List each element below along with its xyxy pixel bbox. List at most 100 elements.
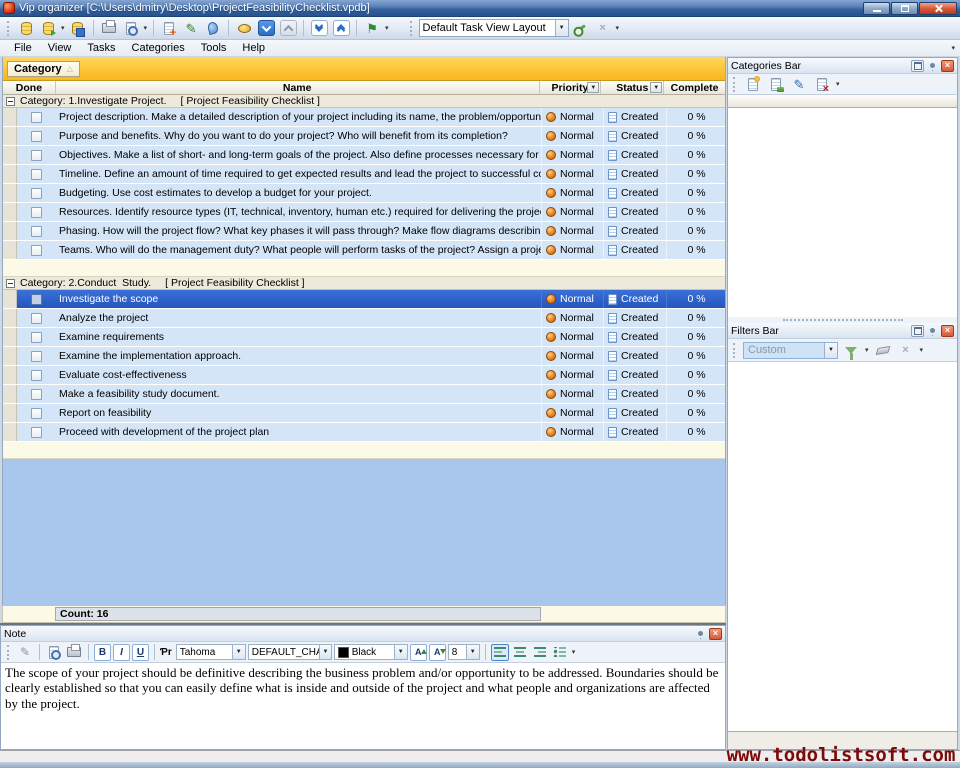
layout-combo[interactable]: Default Task View Layout ▼ <box>419 19 569 37</box>
font-family-combo[interactable]: Tahoma▼ <box>176 644 246 660</box>
underline-button[interactable]: U <box>132 644 149 661</box>
open-database-dropdown[interactable]: ▾ <box>60 24 66 32</box>
task-row[interactable]: Resources. Identify resource types (IT, … <box>3 203 725 222</box>
task-checkbox[interactable] <box>31 245 42 256</box>
group-by-category-button[interactable]: Category △ <box>7 61 80 77</box>
view-task-button[interactable] <box>234 19 254 38</box>
font-size-combo[interactable]: 8▼ <box>448 644 480 660</box>
edit-category-button[interactable]: ✎ <box>789 75 809 94</box>
move-down-button[interactable] <box>256 19 276 38</box>
flag-dropdown[interactable]: ▾ <box>384 24 390 32</box>
task-checkbox[interactable] <box>31 207 42 218</box>
task-checkbox[interactable] <box>31 131 42 142</box>
done-cell[interactable] <box>17 203 56 221</box>
task-checkbox[interactable] <box>31 408 42 419</box>
new-task-button[interactable] <box>159 19 179 38</box>
task-checkbox[interactable] <box>31 351 42 362</box>
delete-layout-button[interactable]: × <box>593 19 613 38</box>
task-checkbox[interactable] <box>31 226 42 237</box>
done-cell[interactable] <box>17 423 56 441</box>
print-dropdown[interactable]: ▾ <box>143 24 149 32</box>
menu-file[interactable]: File <box>6 41 40 55</box>
pin-icon[interactable] <box>926 60 939 72</box>
categories-toolbar-dropdown[interactable]: ▾ <box>835 80 841 88</box>
apply-filter-dropdown[interactable]: ▾ <box>864 346 870 354</box>
task-checkbox[interactable] <box>31 370 42 381</box>
charset-dropdown[interactable]: ▼ <box>319 645 330 659</box>
task-checkbox[interactable] <box>31 389 42 400</box>
done-cell[interactable] <box>17 366 56 384</box>
column-header-priority[interactable]: Priority▼ <box>540 81 602 94</box>
delete-filter-button[interactable]: × <box>896 341 916 360</box>
minimize-button[interactable] <box>863 2 890 15</box>
apply-filter-button[interactable] <box>841 341 861 360</box>
pin-icon[interactable] <box>926 325 939 337</box>
done-cell[interactable] <box>17 222 56 240</box>
toolbar-grip[interactable] <box>733 77 737 92</box>
filter-preset-dropdown[interactable]: ▼ <box>824 343 837 358</box>
menu-view[interactable]: View <box>40 41 80 55</box>
charset-combo[interactable]: DEFAULT_CHAR▼ <box>248 644 332 660</box>
task-row[interactable]: Analyze the projectNormalCreated0 % <box>3 309 725 328</box>
delete-category-button[interactable] <box>812 75 832 94</box>
done-cell[interactable] <box>17 290 56 308</box>
task-row[interactable]: Timeline. Define an amount of time requi… <box>3 165 725 184</box>
toolbar-grip[interactable] <box>7 645 11 660</box>
new-subcategory-button[interactable] <box>766 75 786 94</box>
flag-button[interactable]: ⚑ <box>362 19 382 38</box>
font-color-dropdown[interactable]: ▼ <box>394 645 407 659</box>
open-database-button[interactable] <box>38 19 58 38</box>
restore-panel-icon[interactable] <box>911 325 924 337</box>
filter-preset-combo[interactable]: Custom ▼ <box>743 342 838 359</box>
task-checkbox[interactable] <box>31 150 42 161</box>
done-cell[interactable] <box>17 127 56 145</box>
task-row[interactable]: Evaluate cost-effectivenessNormalCreated… <box>3 366 725 385</box>
column-header-done[interactable]: Done <box>3 81 56 94</box>
done-cell[interactable] <box>17 385 56 403</box>
menubar-overflow-dropdown[interactable]: ▾ <box>950 44 956 52</box>
print-preview-button[interactable] <box>121 19 141 38</box>
note-text[interactable]: The scope of your project should be defi… <box>1 663 725 749</box>
task-checkbox[interactable] <box>31 112 42 123</box>
note-close-button[interactable] <box>709 628 722 640</box>
task-row[interactable]: Purpose and benefits. Why do you want to… <box>3 127 725 146</box>
expand-all-button[interactable] <box>309 19 329 38</box>
task-checkbox[interactable] <box>31 332 42 343</box>
maximize-button[interactable] <box>891 2 918 15</box>
grow-font-button[interactable]: A <box>410 644 427 661</box>
filters-close-button[interactable] <box>941 325 954 337</box>
align-left-button[interactable] <box>491 644 509 661</box>
pin-icon[interactable] <box>694 628 707 640</box>
task-row[interactable]: Report on feasibilityNormalCreated0 % <box>3 404 725 423</box>
menu-help[interactable]: Help <box>234 41 273 55</box>
toolbar-grip[interactable] <box>733 343 737 358</box>
toolbar-grip[interactable] <box>410 21 414 36</box>
font-color-combo[interactable]: Black▼ <box>334 644 408 660</box>
collapse-all-button[interactable] <box>331 19 351 38</box>
done-cell[interactable] <box>17 309 56 327</box>
task-checkbox[interactable] <box>31 294 42 305</box>
task-row[interactable]: Investigate the scopeNormalCreated0 % <box>3 290 725 309</box>
task-row[interactable]: Objectives. Make a list of short- and lo… <box>3 146 725 165</box>
save-database-button[interactable] <box>68 19 88 38</box>
bullet-list-button[interactable] <box>551 644 569 661</box>
task-row[interactable]: Examine the implementation approach.Norm… <box>3 347 725 366</box>
align-right-button[interactable] <box>531 644 549 661</box>
bold-button[interactable]: B <box>94 644 111 661</box>
new-category-button[interactable] <box>743 75 763 94</box>
column-header-name[interactable]: Name <box>56 81 540 94</box>
done-cell[interactable] <box>17 347 56 365</box>
done-cell[interactable] <box>17 165 56 183</box>
menu-categories[interactable]: Categories <box>124 41 193 55</box>
category-group-row[interactable]: Category: 1.Investigate Project.[ Projec… <box>3 95 725 108</box>
categories-close-button[interactable] <box>941 60 954 72</box>
layout-combo-dropdown[interactable]: ▼ <box>555 20 568 36</box>
edit-task-button[interactable]: ✎ <box>181 19 201 38</box>
done-cell[interactable] <box>17 404 56 422</box>
note-print-preview-button[interactable] <box>45 644 63 661</box>
note-print-button[interactable] <box>65 644 83 661</box>
done-cell[interactable] <box>17 184 56 202</box>
priority-filter-dropdown[interactable]: ▼ <box>587 82 599 93</box>
font-size-dropdown[interactable]: ▼ <box>466 645 479 659</box>
toolbar-grip[interactable] <box>7 21 11 36</box>
